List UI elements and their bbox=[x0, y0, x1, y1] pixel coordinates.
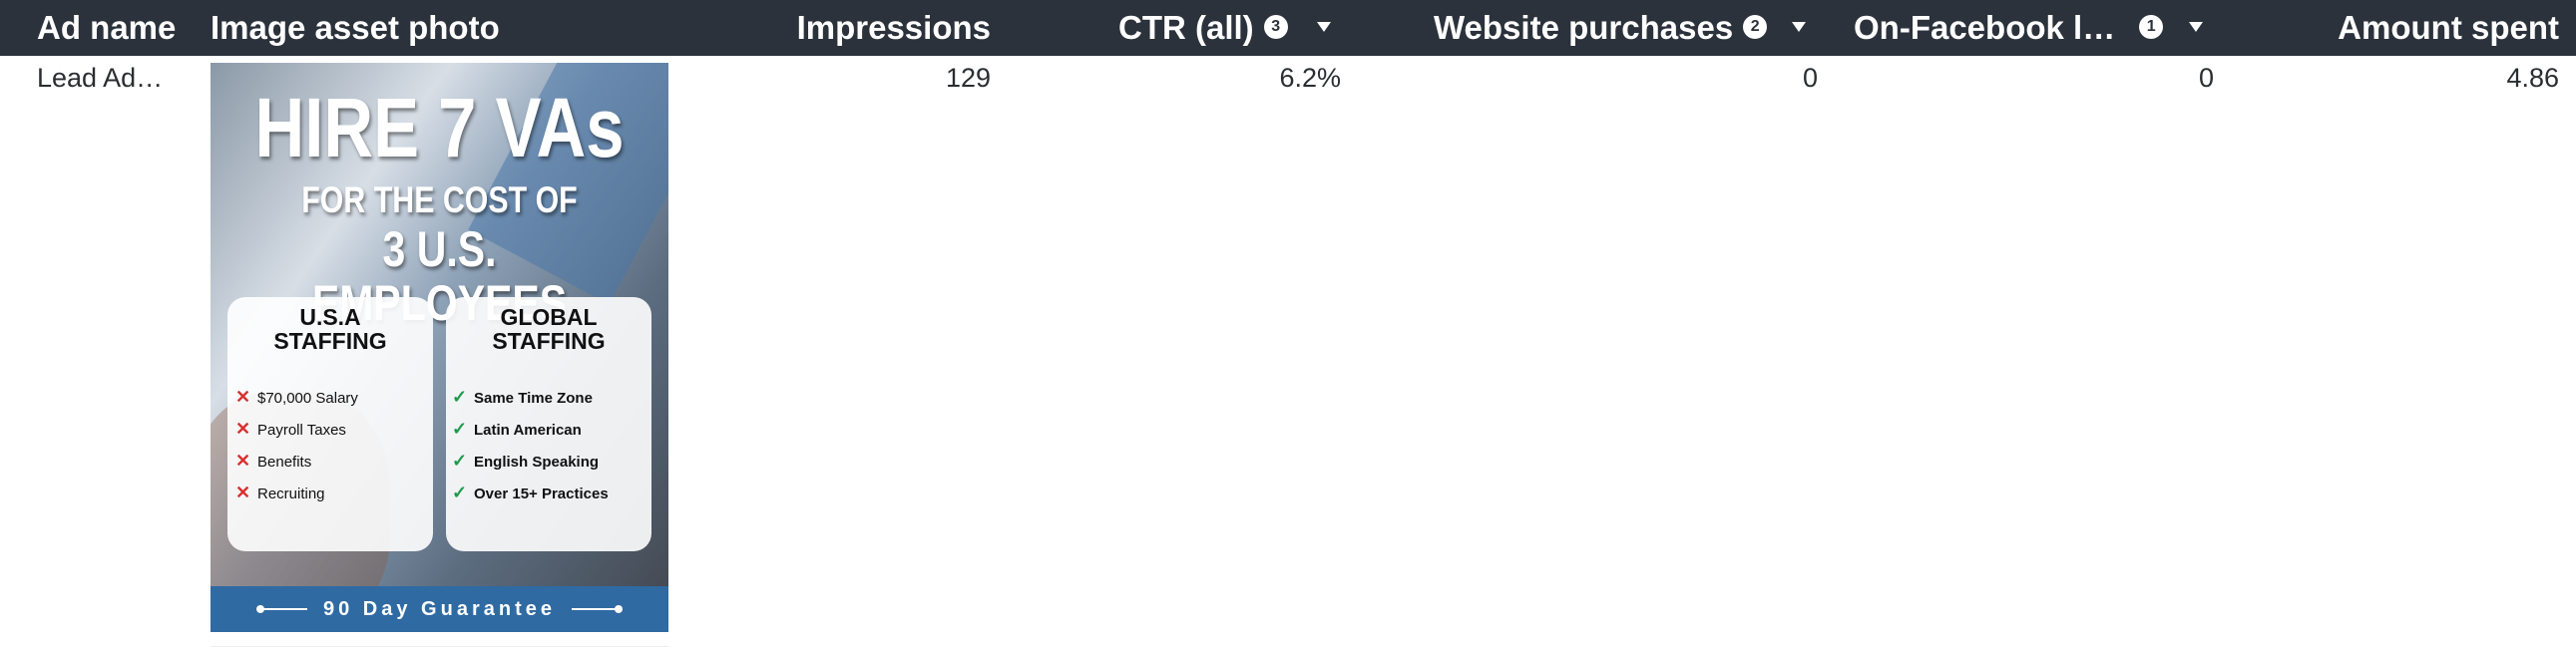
check-icon: ✓ bbox=[452, 451, 468, 471]
cross-icon: ✕ bbox=[235, 419, 251, 439]
usa-staffing-card: U.S.A STAFFING ✕ $70,000 Salary ✕ Payroll … bbox=[227, 297, 433, 551]
card-title: U.S.A STAFFING bbox=[227, 305, 433, 353]
list-item: ✓ Same Time Zone bbox=[452, 381, 646, 413]
cross-icon: ✕ bbox=[235, 483, 251, 502]
sort-dropdown-icon[interactable] bbox=[1792, 22, 1806, 32]
list-item-label: Same Time Zone bbox=[474, 390, 593, 407]
check-icon: ✓ bbox=[452, 483, 468, 502]
card-list: ✓ Same Time Zone ✓ Latin American ✓ English… bbox=[452, 381, 646, 508]
column-header-label: Impressions bbox=[796, 9, 991, 46]
list-item: ✕ $70,000 Salary bbox=[235, 381, 430, 413]
cell-on-facebook: 0 bbox=[2198, 63, 2214, 93]
creative-headline: HIRE 7 VAs bbox=[254, 81, 625, 174]
card-title-line-2: STAFFING bbox=[273, 328, 387, 354]
column-header-ctr-all[interactable]: CTR (all) 3 bbox=[1118, 0, 1288, 56]
column-header-website-purchases[interactable]: Website purchases 2 bbox=[1434, 0, 1768, 56]
card-title-line-1: GLOBAL bbox=[500, 304, 598, 330]
cross-icon: ✕ bbox=[235, 387, 251, 407]
list-item-label: Payroll Taxes bbox=[257, 422, 346, 439]
column-header-label: Amount spent bbox=[2338, 9, 2559, 46]
list-item: ✓ Latin American bbox=[452, 413, 646, 445]
list-item-label: Latin American bbox=[474, 422, 582, 439]
card-title: GLOBAL STAFFING bbox=[446, 305, 651, 353]
check-icon: ✓ bbox=[452, 419, 468, 439]
card-title-line-1: U.S.A bbox=[299, 304, 361, 330]
guarantee-banner: 90 Day Guarantee bbox=[211, 586, 668, 632]
table-header: Ad name Image asset photo Impressions CT… bbox=[0, 0, 2576, 56]
column-header-impressions[interactable]: Impressions bbox=[797, 0, 991, 56]
info-badge-icon: 3 bbox=[1263, 15, 1288, 40]
guarantee-text: 90 Day Guarantee bbox=[323, 598, 556, 620]
card-title-line-2: STAFFING bbox=[492, 328, 606, 354]
list-item: ✕ Payroll Taxes bbox=[235, 413, 430, 445]
ad-image-thumbnail[interactable]: HIRE 7 VAs FOR THE COST OF 3 U.S. EMPLOY… bbox=[211, 63, 668, 632]
column-header-amount-spent[interactable]: Amount spent bbox=[2338, 0, 2559, 56]
column-header-label: Website purchases bbox=[1434, 9, 1734, 46]
list-item: ✕ Recruiting bbox=[235, 477, 430, 508]
sort-dropdown-icon[interactable] bbox=[2189, 22, 2203, 32]
list-item: ✓ English Speaking bbox=[452, 445, 646, 477]
list-item: ✓ Over 15+ Practices bbox=[452, 477, 646, 508]
check-icon: ✓ bbox=[452, 387, 468, 407]
column-header-ad-name[interactable]: Ad name bbox=[37, 0, 176, 56]
cross-icon: ✕ bbox=[235, 451, 251, 471]
list-item-label: Over 15+ Practices bbox=[474, 486, 609, 502]
card-list: ✕ $70,000 Salary ✕ Payroll Taxes ✕ Benefits… bbox=[235, 381, 430, 508]
info-badge-icon: 1 bbox=[2139, 15, 2164, 40]
cell-website-purchases: 0 bbox=[1802, 63, 1818, 93]
creative-subhead-1: FOR THE COST OF bbox=[301, 179, 578, 220]
cell-impressions: 129 bbox=[945, 63, 991, 93]
column-header-image-asset-photo[interactable]: Image asset photo bbox=[211, 0, 500, 56]
list-item-label: Recruiting bbox=[257, 486, 325, 502]
sort-dropdown-icon[interactable] bbox=[1317, 22, 1331, 32]
cell-ctr-all: 6.2% bbox=[1279, 63, 1341, 93]
list-item: ✕ Benefits bbox=[235, 445, 430, 477]
divider bbox=[211, 646, 668, 647]
global-staffing-card: GLOBAL STAFFING ✓ Same Time Zone ✓ Latin A… bbox=[446, 297, 651, 551]
column-header-label: CTR (all) bbox=[1118, 9, 1254, 46]
list-item-label: Benefits bbox=[257, 454, 312, 471]
cell-amount-spent: 4.86 bbox=[2506, 63, 2559, 93]
list-item-label: $70,000 Salary bbox=[257, 390, 358, 407]
column-header-on-facebook[interactable]: On-Facebook l… 1 bbox=[1854, 0, 2164, 56]
info-badge-icon: 2 bbox=[1743, 15, 1768, 40]
column-header-label: Ad name bbox=[37, 9, 177, 46]
cell-ad-name[interactable]: Lead Ad… bbox=[37, 58, 163, 98]
column-header-label: On-Facebook l… bbox=[1854, 9, 2116, 46]
column-header-label: Image asset photo bbox=[211, 9, 500, 46]
list-item-label: English Speaking bbox=[474, 454, 600, 471]
